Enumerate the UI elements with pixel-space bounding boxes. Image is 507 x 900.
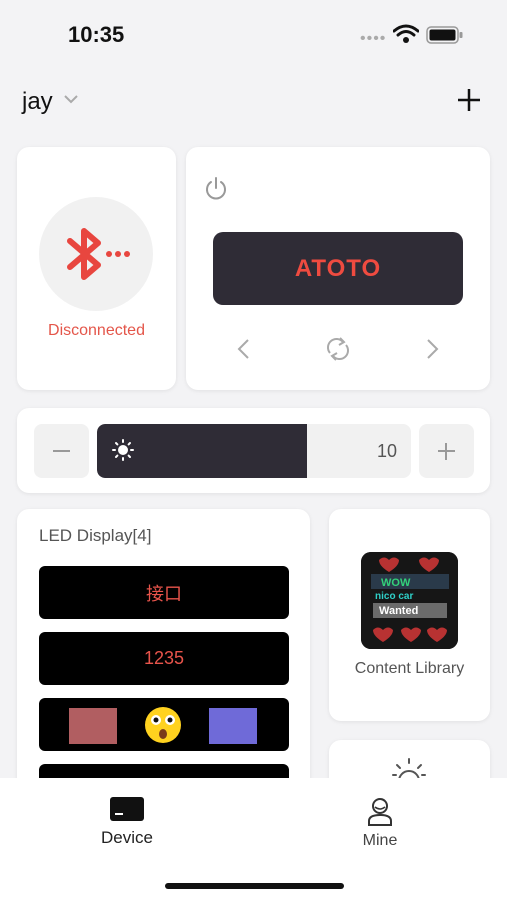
content-library-card[interactable]: WOW nico car Wanted Content Library (329, 509, 490, 721)
add-device-button[interactable] (455, 86, 483, 114)
current-display-button[interactable]: ATOTO (213, 232, 463, 305)
loop-button[interactable] (323, 336, 353, 362)
device-icon (110, 797, 144, 821)
previous-button[interactable] (234, 337, 254, 361)
home-indicator (165, 883, 344, 889)
brightness-increase-button[interactable] (419, 424, 474, 478)
led-display-item[interactable] (39, 698, 289, 751)
sun-icon (112, 439, 134, 466)
power-icon (206, 177, 226, 200)
status-bar: 10:35 •••• (0, 0, 507, 70)
plus-icon (458, 89, 480, 111)
connection-status: Disconnected (48, 322, 145, 339)
battery-icon (426, 26, 464, 49)
content-library-label: Content Library (354, 660, 465, 677)
bluetooth-icon (67, 228, 130, 280)
led-display-card: LED Display[4] 接口 1235 (17, 509, 310, 817)
thumbnail-text: nico car (375, 591, 413, 602)
power-button[interactable] (203, 176, 229, 202)
pixel-block-red (69, 708, 117, 744)
tab-mine[interactable]: Mine (320, 796, 440, 850)
brightness-slider[interactable]: 10 (97, 424, 411, 478)
cellular-signal-icon: •••• (360, 30, 387, 47)
loop-icon (327, 337, 349, 361)
thumbnail-text: Wanted (379, 605, 418, 617)
next-button[interactable] (422, 337, 442, 361)
tab-mine-label: Mine (362, 832, 398, 849)
chevron-down-icon[interactable] (63, 92, 79, 110)
chevron-right-icon (427, 339, 439, 359)
user-selector-label[interactable]: jay (22, 88, 53, 116)
brightness-value: 10 (376, 441, 397, 461)
header: jay (0, 82, 507, 122)
content-library-thumbnail: WOW nico car Wanted (361, 552, 458, 649)
tab-device[interactable]: Device (67, 796, 187, 848)
connection-card[interactable]: Disconnected (17, 147, 176, 390)
brightness-decrease-button[interactable] (34, 424, 89, 478)
led-display-item[interactable]: 1235 (39, 632, 289, 685)
control-card: ATOTO (186, 147, 490, 390)
profile-icon (368, 798, 392, 826)
bluetooth-button[interactable] (39, 197, 153, 311)
status-time: 10:35 (68, 22, 125, 47)
pixel-block-blue (209, 708, 257, 744)
led-display-item[interactable]: 接口 (39, 566, 289, 619)
led-display-title: LED Display[4] (39, 526, 152, 545)
surprised-face-icon (145, 707, 181, 743)
thumbnail-text: WOW (381, 577, 411, 589)
brightness-card: 10 (17, 408, 490, 493)
chevron-left-icon (237, 339, 249, 359)
tab-device-label: Device (101, 828, 153, 847)
tab-bar: Device Mine (0, 778, 507, 900)
wifi-icon (392, 24, 420, 49)
